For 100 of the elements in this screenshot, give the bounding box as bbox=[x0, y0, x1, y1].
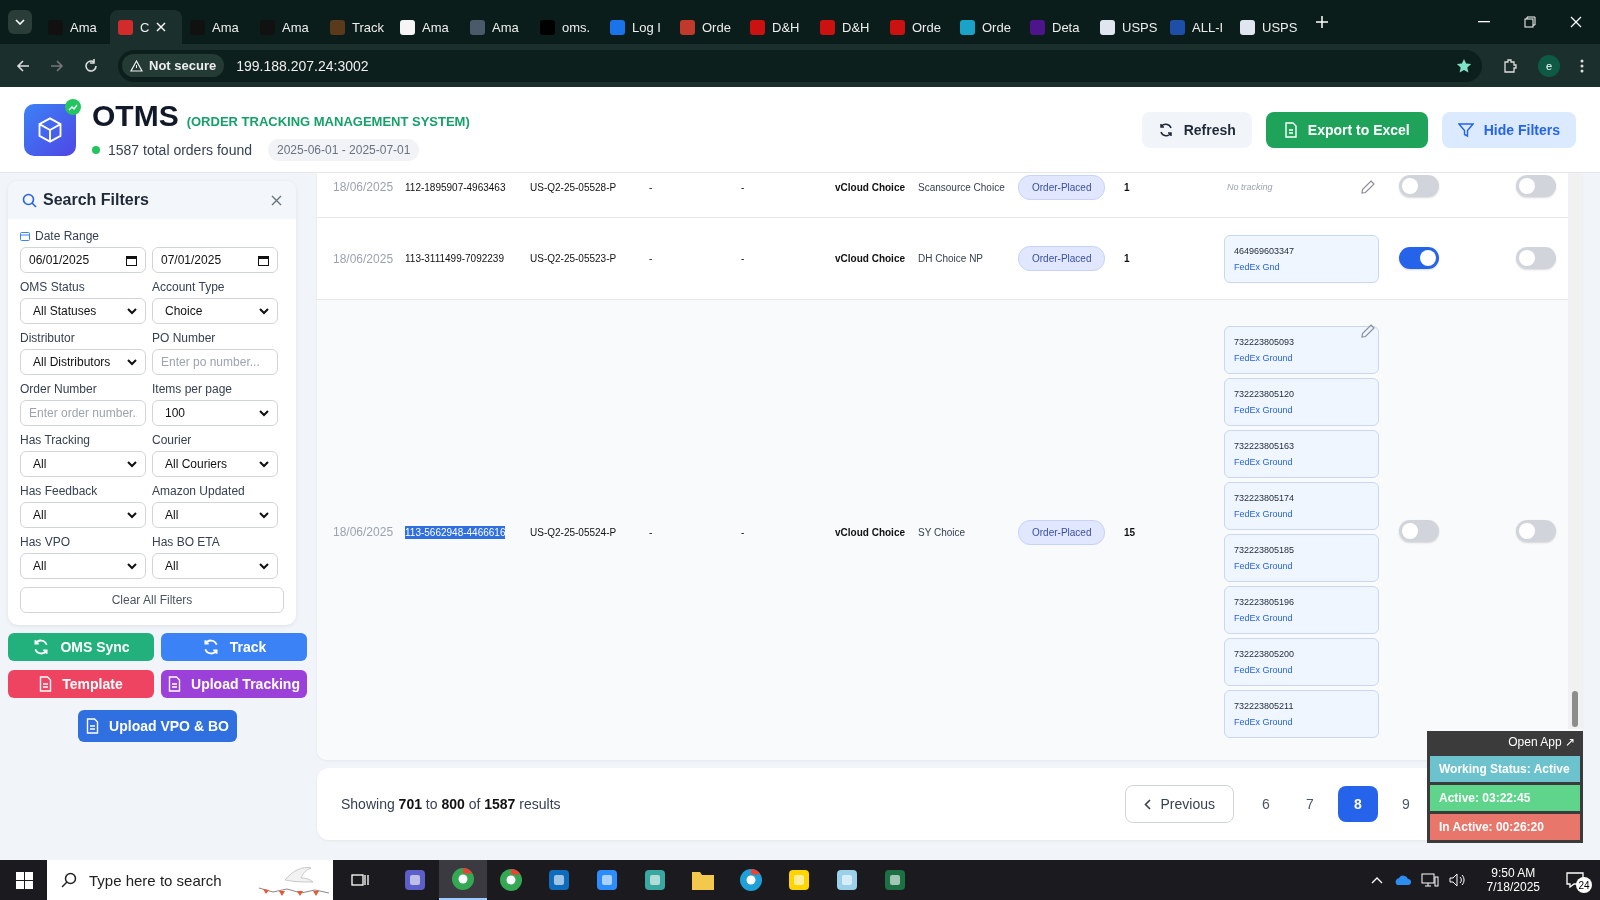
table-cell-text: - bbox=[649, 181, 654, 193]
clear-filters-button[interactable]: Clear All Filters bbox=[20, 587, 284, 613]
order-number: 112-1895907-4963463 bbox=[405, 180, 506, 194]
document-icon bbox=[168, 676, 182, 692]
browser-tab[interactable]: Orde bbox=[672, 10, 742, 44]
toggle-switch[interactable] bbox=[1399, 246, 1439, 269]
select-field[interactable]: All Statuses bbox=[20, 298, 146, 324]
task-view-icon[interactable] bbox=[351, 872, 369, 888]
volume-icon[interactable] bbox=[1448, 873, 1467, 887]
field-label: Order Number bbox=[20, 382, 98, 396]
refresh-icon bbox=[1157, 121, 1174, 138]
windows-start-icon[interactable] bbox=[16, 871, 33, 889]
courier-name: FedEx Ground bbox=[1234, 613, 1294, 623]
chevron-down-icon bbox=[127, 460, 137, 468]
select-field[interactable]: Choice bbox=[152, 298, 278, 324]
chevron-up-icon[interactable] bbox=[1370, 876, 1383, 884]
toggle-switch[interactable] bbox=[1399, 175, 1439, 197]
field-label: Items per page bbox=[152, 382, 234, 396]
date-field[interactable]: 07/01/2025 bbox=[152, 247, 278, 273]
notification-button[interactable]: 24 bbox=[1560, 865, 1590, 895]
tab-search-button[interactable] bbox=[8, 10, 32, 34]
pencil-icon[interactable] bbox=[1361, 324, 1375, 338]
browser-tab[interactable]: oms. bbox=[532, 10, 602, 44]
action-button[interactable]: Template bbox=[8, 670, 154, 698]
browser-tab[interactable]: USPS bbox=[1092, 10, 1162, 44]
sync-icon bbox=[201, 638, 220, 656]
toggle-switch[interactable] bbox=[1399, 520, 1439, 542]
page-button[interactable]: 9 bbox=[1390, 788, 1422, 821]
browser-tab[interactable]: Ama bbox=[252, 10, 322, 44]
browser-tab[interactable]: Orde bbox=[882, 10, 952, 44]
toggle-switch[interactable] bbox=[1516, 175, 1556, 197]
chevron-down-icon bbox=[127, 358, 137, 366]
previous-button[interactable]: Previous bbox=[1124, 785, 1234, 824]
browser-tab[interactable]: Orde bbox=[952, 10, 1022, 44]
browser-tab[interactable]: C bbox=[110, 10, 182, 44]
reload-icon[interactable] bbox=[84, 58, 98, 73]
toggle-switch[interactable] bbox=[1516, 246, 1556, 269]
table-cell-text: 18/06/2025 bbox=[332, 251, 395, 266]
extensions-icon[interactable] bbox=[1502, 57, 1518, 74]
browser-tab[interactable]: Ama bbox=[462, 10, 532, 44]
forward-icon[interactable] bbox=[50, 58, 64, 73]
select-field[interactable]: All bbox=[20, 451, 146, 477]
action-button[interactable]: Upload Tracking bbox=[161, 670, 307, 698]
star-icon[interactable] bbox=[1456, 57, 1472, 74]
browser-tab[interactable]: D&H bbox=[812, 10, 882, 44]
browser-tab[interactable]: Log I bbox=[602, 10, 672, 44]
select-field[interactable]: All bbox=[152, 502, 278, 528]
browser-tab[interactable]: Ama bbox=[40, 10, 110, 44]
network-icon[interactable] bbox=[1420, 873, 1439, 887]
page-button[interactable]: 6 bbox=[1250, 788, 1282, 821]
open-app-link[interactable]: Open App ↗ bbox=[1502, 731, 1583, 753]
courier-name: FedEx Ground bbox=[1234, 353, 1294, 363]
select-field[interactable]: 100 bbox=[152, 400, 278, 426]
field-label: Distributor bbox=[20, 331, 76, 345]
chevron-down-icon bbox=[127, 511, 137, 519]
select-field[interactable]: All bbox=[20, 502, 146, 528]
tracking-number: 732223805200 bbox=[1234, 649, 1296, 659]
select-field[interactable]: All Distributors bbox=[20, 349, 146, 375]
action-button[interactable]: Upload VPO & BO bbox=[78, 710, 237, 742]
active-time: Active: 03:22:45 bbox=[1430, 785, 1580, 811]
restore-icon[interactable] bbox=[1524, 16, 1536, 28]
clock-time[interactable]: 9:50 AM bbox=[1491, 866, 1536, 880]
refresh-button[interactable]: Refresh bbox=[1141, 111, 1252, 148]
field-label: Has Feedback bbox=[20, 484, 99, 498]
address-bar[interactable]: Not secure 199.188.207.24:3002 bbox=[118, 49, 1482, 82]
profile-avatar[interactable]: e bbox=[1538, 54, 1560, 77]
select-field[interactable]: All Couriers bbox=[152, 451, 278, 477]
hide-filters-button[interactable]: Hide Filters bbox=[1441, 111, 1576, 148]
menu-icon[interactable] bbox=[1580, 58, 1584, 73]
action-button[interactable]: Track bbox=[161, 633, 307, 661]
select-field[interactable]: All bbox=[152, 553, 278, 579]
taskbar-search-field[interactable]: Type here to search bbox=[47, 860, 333, 900]
browser-tab[interactable]: USPS bbox=[1232, 10, 1302, 44]
browser-tab[interactable]: D&H bbox=[742, 10, 812, 44]
taskbar-app[interactable] bbox=[439, 860, 487, 900]
field-label: Has VPO bbox=[20, 535, 71, 549]
back-icon[interactable] bbox=[16, 58, 30, 73]
page-button[interactable]: 7 bbox=[1294, 788, 1326, 821]
security-chip[interactable]: Not secure bbox=[122, 54, 225, 77]
date-field[interactable]: 06/01/2025 bbox=[20, 247, 146, 273]
text-field[interactable]: Enter order number.. bbox=[20, 400, 146, 426]
browser-tab[interactable]: ALL-I bbox=[1162, 10, 1232, 44]
table-cell-text: - bbox=[741, 253, 746, 264]
table-cell-text: - bbox=[741, 181, 746, 193]
page-button[interactable]: 8 bbox=[1338, 786, 1378, 823]
field-label: Account Type bbox=[152, 280, 226, 294]
toggle-switch[interactable] bbox=[1516, 520, 1556, 542]
table-cell-text: 1 bbox=[1124, 253, 1131, 264]
browser-tab[interactable]: Ama bbox=[392, 10, 462, 44]
select-field[interactable]: All bbox=[20, 553, 146, 579]
browser-tab[interactable]: Ama bbox=[182, 10, 252, 44]
clock-date[interactable]: 7/18/2025 bbox=[1486, 880, 1540, 894]
browser-tab[interactable]: Track bbox=[322, 10, 392, 44]
minimize-icon[interactable] bbox=[1478, 21, 1490, 23]
app-subtitle: (ORDER TRACKING MANAGEMENT SYSTEM) bbox=[186, 113, 470, 129]
text-field[interactable]: Enter po number... bbox=[152, 349, 278, 375]
new-tab-icon[interactable] bbox=[1316, 16, 1328, 28]
browser-tab[interactable]: Deta bbox=[1022, 10, 1092, 44]
scrollbar[interactable] bbox=[1568, 173, 1582, 729]
pencil-icon[interactable] bbox=[1361, 180, 1375, 194]
